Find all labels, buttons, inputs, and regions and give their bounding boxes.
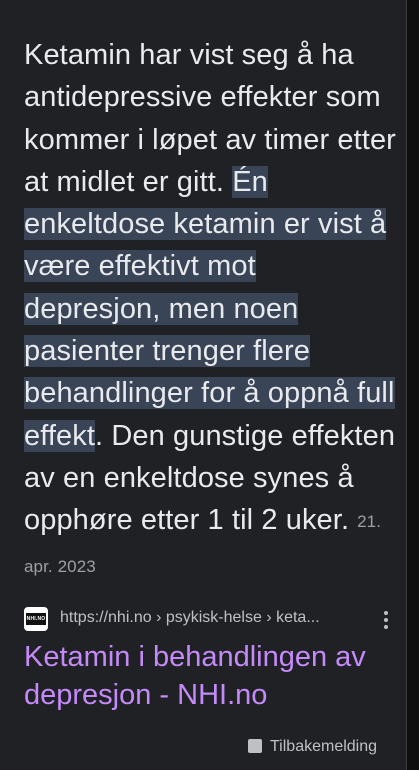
favicon-text: NHI.NO [26,613,46,625]
result-title-link[interactable]: Ketamin i behandlingen av depresjon - NH… [24,638,396,714]
feedback-button[interactable]: Tilbakemelding [248,738,377,756]
source-row[interactable]: NHI.NO https://nhi.no › psykisk-helse › … [24,606,396,632]
feedback-icon [248,739,262,753]
snippet-text: Ketamin har vist seg å ha antidepressive… [24,34,396,588]
snippet-highlight: Én enkeltdose ketamin er vist å være eff… [24,165,395,452]
site-favicon-icon: NHI.NO [24,607,48,631]
feedback-label: Tilbakemelding [270,738,378,755]
snippet-text-before: Ketamin har vist seg å ha antidepressive… [24,39,396,198]
more-options-icon[interactable] [376,606,396,634]
featured-snippet-card: Ketamin har vist seg å ha antidepressive… [0,0,407,770]
source-url[interactable]: https://nhi.no › psykisk-helse › keta... [60,609,320,627]
